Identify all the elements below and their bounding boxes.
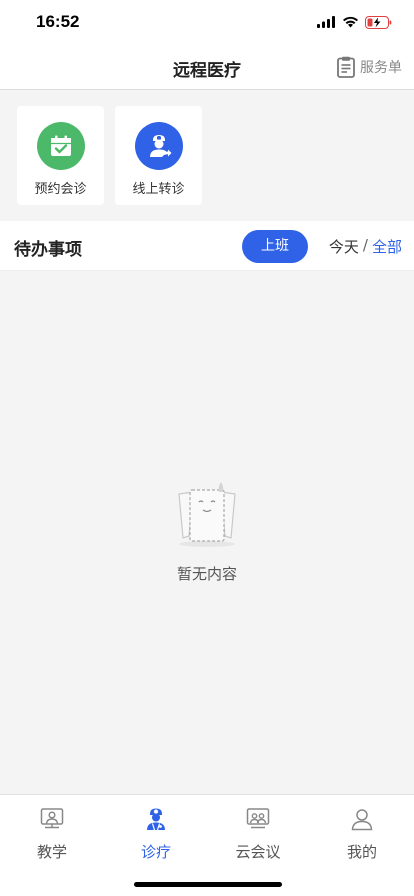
battery-charging-icon (365, 15, 392, 29)
tab-profile-label: 我的 (346, 843, 377, 861)
nav-bar: 远程医疗 服务单 (0, 44, 414, 90)
filter-all[interactable]: 全部 (372, 236, 402, 257)
tab-diagnosis-label: 诊疗 (140, 843, 171, 861)
empty-state (0, 472, 414, 552)
tab-profile[interactable]: 我的 (310, 803, 414, 861)
filter-today[interactable]: 今天 (329, 236, 359, 257)
filter-separator: / (362, 236, 368, 254)
empty-text: 暂无内容 (176, 565, 237, 583)
profile-icon (351, 809, 373, 831)
tab-bar: 教学 诊疗 云会议 我的 (0, 794, 414, 896)
service-order-button[interactable]: 服务单 (336, 55, 402, 79)
status-bar: 16:52 (0, 0, 414, 44)
empty-box-icon (178, 482, 236, 547)
wifi-icon (343, 16, 358, 28)
online-referral-button[interactable]: 线上转诊 (115, 106, 202, 205)
start-shift-button[interactable]: 上班 (242, 230, 308, 263)
service-order-label: 服务单 (360, 60, 402, 76)
tab-cloud-meeting[interactable]: 云会议 (206, 803, 310, 861)
tab-teaching-label: 教学 (36, 843, 67, 861)
quick-actions: 预约会诊 线上转诊 (0, 91, 414, 221)
todo-title: 待办事项 (14, 240, 82, 260)
teaching-icon (40, 808, 64, 829)
doctor-icon (147, 808, 165, 831)
todo-filter: 今天 / 全部 (329, 236, 402, 257)
calendar-check-icon (37, 122, 85, 170)
doctor-transfer-icon (135, 122, 183, 170)
appointment-consultation-label: 预约会诊 (34, 182, 87, 197)
meeting-icon (246, 808, 270, 829)
tab-teaching[interactable]: 教学 (0, 803, 104, 861)
appointment-consultation-button[interactable]: 预约会诊 (17, 106, 104, 205)
status-icons (317, 14, 392, 30)
todo-header: 待办事项 上班 今天 / 全部 (0, 221, 414, 271)
cellular-signal-icon (317, 16, 335, 28)
home-indicator (134, 882, 282, 887)
tab-diagnosis[interactable]: 诊疗 (104, 803, 208, 861)
status-time: 16:52 (36, 12, 80, 31)
online-referral-label: 线上转诊 (132, 182, 185, 197)
tab-cloud-meeting-label: 云会议 (235, 843, 281, 861)
clipboard-icon (337, 56, 355, 78)
